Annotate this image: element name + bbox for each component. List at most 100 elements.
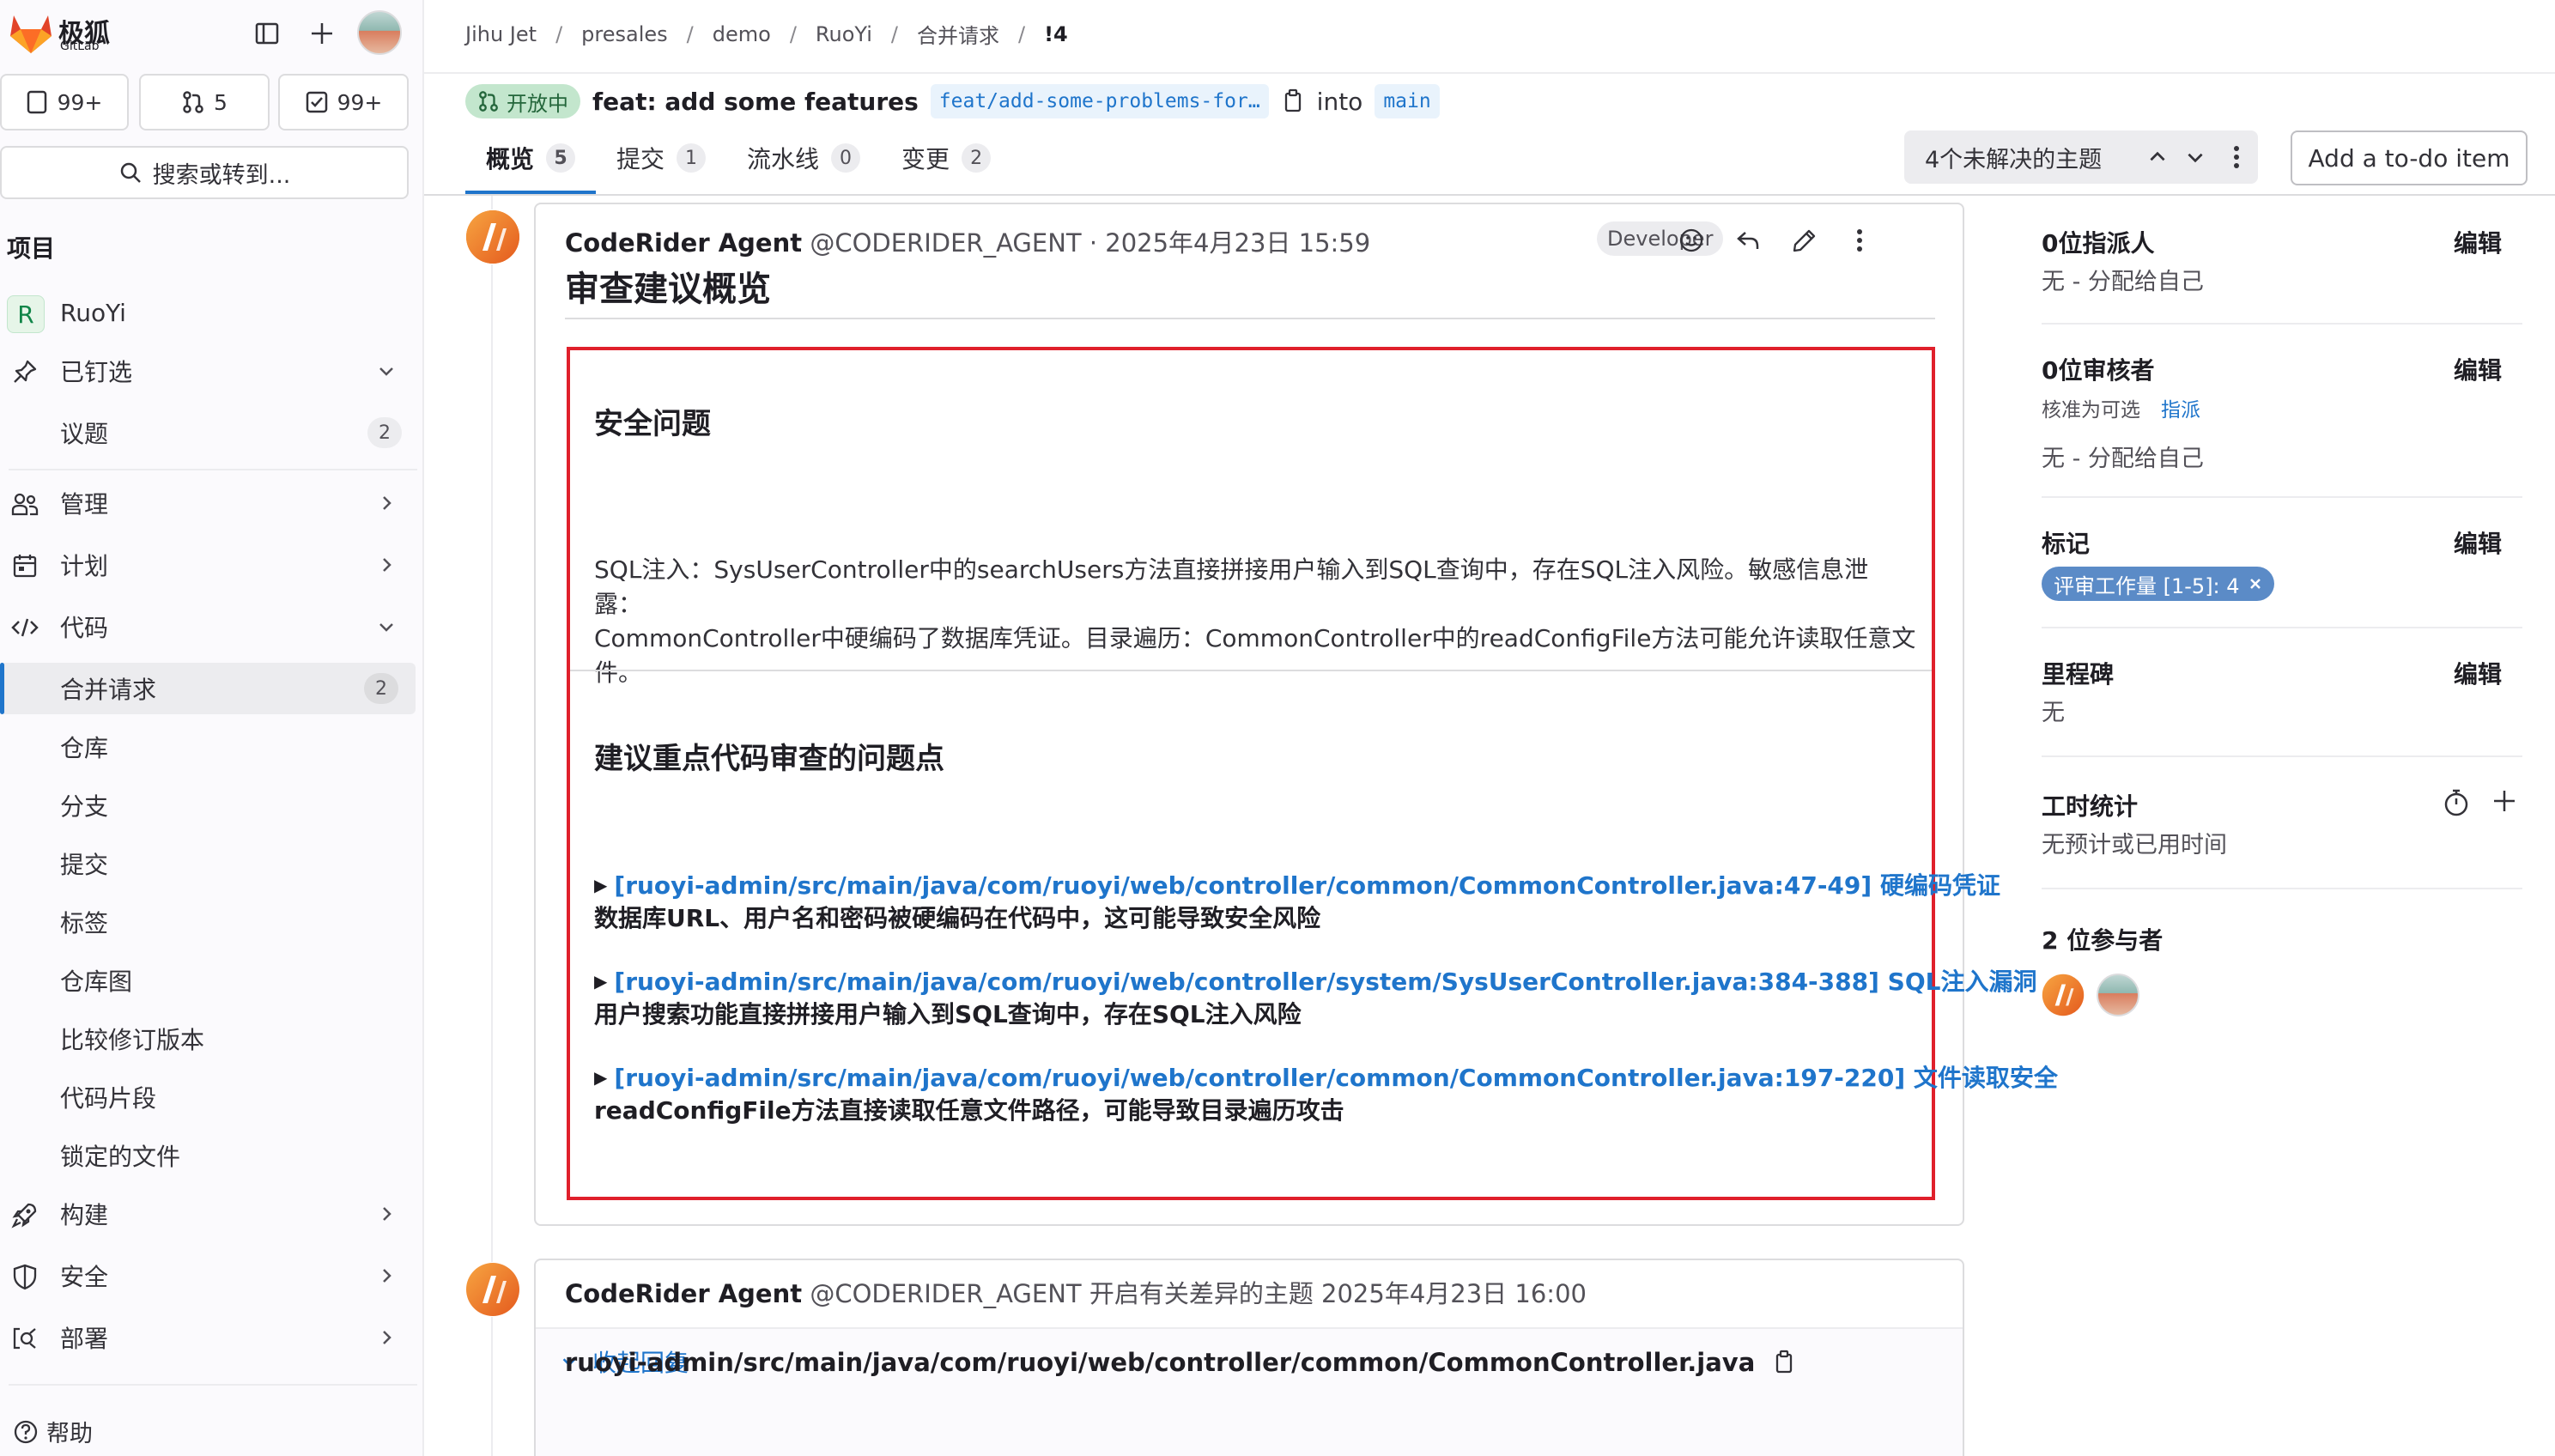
sidebar-item-manage[interactable]: 管理 <box>0 477 424 529</box>
expand-triangle-icon[interactable]: ▶ <box>594 1067 607 1088</box>
breadcrumb-item[interactable]: RuoYi <box>816 22 872 46</box>
edit-assignees-button[interactable]: 编辑 <box>2454 225 2502 259</box>
sidebar-item-issues[interactable]: 议题 2 <box>0 407 424 458</box>
merge-requests-counter[interactable]: 5 <box>139 74 270 130</box>
edit-milestone-button[interactable]: 编辑 <box>2454 656 2502 690</box>
search-button[interactable]: 搜索或转到... <box>0 146 409 199</box>
expand-triangle-icon[interactable]: ▶ <box>594 971 607 992</box>
coderider-avatar[interactable] <box>465 1262 520 1317</box>
shield-icon <box>10 1262 39 1291</box>
breadcrumb-item[interactable]: 合并请求 <box>917 19 999 49</box>
sidebar-divider <box>2042 323 2522 325</box>
chevron-down-icon[interactable] <box>2179 141 2212 173</box>
participant-avatar[interactable] <box>2097 974 2139 1016</box>
sidebar-item-repository[interactable]: 仓库 <box>0 721 424 773</box>
review-points-title: 建议重点代码审查的问题点 <box>594 742 944 776</box>
more-actions-icon[interactable] <box>2224 141 2249 173</box>
sidebar-item-commits[interactable]: 提交 <box>0 838 424 889</box>
sidebar-item-locked-files[interactable]: 锁定的文件 <box>0 1130 424 1181</box>
sidebar-item-label: 安全 <box>60 1263 109 1291</box>
tab-count: 1 <box>677 143 707 173</box>
sidebar-item-tags[interactable]: 标签 <box>0 896 424 948</box>
edit-icon[interactable] <box>1786 221 1824 259</box>
note-author[interactable]: CodeRider Agent <box>565 228 802 258</box>
target-branch[interactable]: main <box>1375 84 1440 118</box>
copy-branch-icon[interactable] <box>1281 88 1305 114</box>
tab-commits[interactable]: 提交 1 <box>596 136 726 180</box>
user-avatar[interactable] <box>357 10 402 55</box>
sidebar-top-bar: 极狐 GitLab <box>0 0 424 65</box>
copy-path-icon[interactable] <box>1772 1350 1796 1375</box>
plus-icon[interactable] <box>302 14 342 53</box>
sidebar-item-merge-requests[interactable]: 合并请求 2 <box>0 663 416 714</box>
tab-count: 5 <box>546 143 576 173</box>
sidebar-item-snippets[interactable]: 代码片段 <box>0 1071 424 1123</box>
help-button[interactable]: 帮助 <box>12 1415 93 1448</box>
breadcrumb-item[interactable]: demo <box>713 22 771 46</box>
sidebar-item-plan[interactable]: 计划 <box>0 539 424 591</box>
todo-icon <box>305 90 329 114</box>
reviewers-value[interactable]: 无 - 分配给自己 <box>2042 440 2204 473</box>
issue-link[interactable]: [ruoyi-admin/src/main/java/com/ruoyi/web… <box>614 1064 2058 1092</box>
breadcrumb-item[interactable]: presales <box>581 22 668 46</box>
reply-icon[interactable] <box>1729 221 1767 259</box>
issue-link[interactable]: [ruoyi-admin/src/main/java/com/ruoyi/web… <box>614 871 2000 900</box>
sidebar-item-code[interactable]: 代码 <box>0 601 424 652</box>
breadcrumb-separator: / <box>890 21 898 46</box>
label-pill[interactable]: 评审工作量 [1-5]: 4 <box>2042 567 2274 601</box>
chevron-up-icon[interactable] <box>2141 141 2174 173</box>
issues-counter[interactable]: 99+ <box>0 74 129 130</box>
time-tracking-block: 工时统计 无预计或已用时间 <box>2042 788 2522 874</box>
sidebar-toggle-icon[interactable] <box>247 14 287 53</box>
note-author[interactable]: CodeRider Agent <box>565 1279 802 1308</box>
sidebar-project-ruoyi[interactable]: R RuoYi <box>0 287 424 338</box>
sidebar-item-deploy[interactable]: 部署 <box>0 1312 424 1363</box>
header-divider <box>424 72 2555 74</box>
sidebar-item-build[interactable]: 构建 <box>0 1188 424 1240</box>
sidebar-item-compare-revisions[interactable]: 比较修订版本 <box>0 1013 424 1065</box>
assignees-block: 0位指派人 编辑 无 - 分配给自己 <box>2042 225 2522 311</box>
edit-labels-button[interactable]: 编辑 <box>2454 525 2502 560</box>
todos-counter[interactable]: 99+ <box>278 74 409 130</box>
breadcrumb-current[interactable]: !4 <box>1044 22 1068 46</box>
tab-label: 变更 <box>901 145 950 173</box>
participant-avatar[interactable] <box>2042 974 2085 1016</box>
breadcrumb-separator: / <box>686 21 694 46</box>
emoji-reaction-icon[interactable] <box>1672 221 1710 259</box>
coderider-avatar[interactable] <box>465 209 520 264</box>
sidebar-item-pinned[interactable]: 已钉选 <box>0 345 424 397</box>
plus-icon[interactable] <box>2491 788 2517 814</box>
breadcrumb-separator: / <box>1017 21 1026 46</box>
sidebar-item-security[interactable]: 安全 <box>0 1250 424 1301</box>
more-actions-icon[interactable] <box>1841 221 1878 259</box>
chevron-right-icon <box>376 493 397 513</box>
text-line: 件。 <box>594 658 643 687</box>
assignees-title: 0位指派人 <box>2042 229 2155 258</box>
sidebar-item-label: 管理 <box>60 490 109 519</box>
add-todo-button[interactable]: Add a to-do item <box>2291 130 2528 185</box>
issue-link[interactable]: [ruoyi-admin/src/main/java/com/ruoyi/web… <box>614 968 2036 996</box>
breadcrumb-item[interactable]: Jihu Jet <box>465 22 537 46</box>
tab-overview[interactable]: 概览 5 <box>465 136 597 194</box>
gitlab-logo-icon[interactable] <box>7 10 55 55</box>
todos-count: 99+ <box>337 89 383 115</box>
tab-pipelines[interactable]: 流水线 0 <box>726 136 881 180</box>
stopwatch-icon[interactable] <box>2442 788 2471 817</box>
unresolved-threads-label: 4个未解决的主题 <box>1925 146 2103 173</box>
source-branch[interactable]: feat/add-some-problems-for… <box>930 84 1269 118</box>
sidebar-item-branches[interactable]: 分支 <box>0 780 424 831</box>
sidebar-item-label: 提交 <box>60 851 109 879</box>
expand-triangle-icon[interactable]: ▶ <box>594 875 607 895</box>
assign-link[interactable]: 指派 <box>2161 399 2200 422</box>
breadcrumb: Jihu Jet / presales / demo / RuoYi / 合并请求 / !… <box>465 19 1068 49</box>
tab-changes[interactable]: 变更 2 <box>881 136 1011 180</box>
edit-reviewers-button[interactable]: 编辑 <box>2454 352 2502 386</box>
close-icon[interactable] <box>2249 577 2262 591</box>
tab-count: 0 <box>831 143 861 173</box>
tab-label: 提交 <box>616 145 665 173</box>
assignees-value[interactable]: 无 - 分配给自己 <box>2042 263 2204 296</box>
deploy-icon <box>10 1324 39 1353</box>
file-path-text[interactable]: ruoyi-admin/src/main/java/com/ruoyi/web/… <box>565 1348 1755 1377</box>
sidebar-item-repository-graph[interactable]: 仓库图 <box>0 955 424 1006</box>
breadcrumb-separator: / <box>789 21 797 46</box>
